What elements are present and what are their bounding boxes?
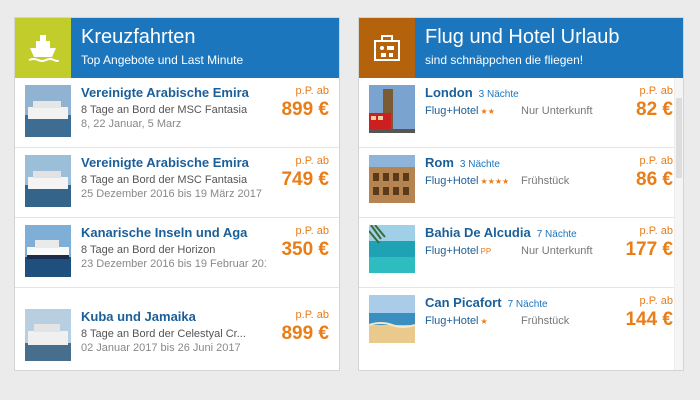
scrollbar[interactable] xyxy=(674,78,683,370)
price-prefix: p.P. ab xyxy=(639,155,673,167)
cruise-item-2[interactable]: Vereinigte Arabische Emira 8 Tage an Bor… xyxy=(15,148,339,218)
trip-item-2[interactable]: Rom 3 Nächte Flug+Hotel ★★★★ Frühstück p.P… xyxy=(359,148,683,218)
cruise-ship: 8 Tage an Bord der Celestyal Cr... xyxy=(81,328,246,340)
trip-price[interactable]: 86 € xyxy=(636,169,673,191)
board-type: Nur Unterkunft xyxy=(521,245,593,257)
trip-price[interactable]: 82 € xyxy=(636,99,673,121)
cruise-dates: 25 Dezember 2016 bis 19 März 2017 xyxy=(81,188,262,200)
cruise-ship: 8 Tage an Bord der Horizon xyxy=(81,244,216,256)
trip-city: Rom xyxy=(425,155,454,170)
trip-title[interactable]: Rom 3 Nächte xyxy=(425,155,605,170)
flight-hotel-label: Flug+Hotel PP xyxy=(425,245,492,257)
cruise-price[interactable]: 899 € xyxy=(281,99,329,121)
cruise-thumbnail xyxy=(25,309,71,361)
price-prefix: p.P. ab xyxy=(295,85,329,97)
cruise-price[interactable]: 899 € xyxy=(281,323,329,345)
price-prefix: p.P. ab xyxy=(295,225,329,237)
flight-hotel-label: Flug+Hotel ★ xyxy=(425,315,488,327)
board-type: Nur Unterkunft xyxy=(521,105,593,117)
price-prefix: p.P. ab xyxy=(295,155,329,167)
trip-nights: 7 Nächte xyxy=(536,229,577,240)
cruise-dates: 02 Januar 2017 bis 26 Juni 2017 xyxy=(81,342,241,354)
trip-thumbnail xyxy=(369,155,415,203)
trip-title[interactable]: London 3 Nächte xyxy=(425,85,605,100)
price-prefix: p.P. ab xyxy=(295,309,329,321)
star-rating: ★ xyxy=(480,317,488,326)
price-prefix: p.P. ab xyxy=(639,295,673,307)
cruise-item-3[interactable]: Kanarische Inseln und Aga 8 Tage an Bord… xyxy=(15,218,339,288)
price-prefix: p.P. ab xyxy=(639,85,673,97)
cruise-title[interactable]: Vereinigte Arabische Emira xyxy=(81,155,261,170)
trip-item-4[interactable]: Can Picafort 7 Nächte Flug+Hotel ★ Frühstü… xyxy=(359,288,683,358)
star-rating: ★★ xyxy=(480,107,495,116)
cruise-item-4[interactable]: Kuba und Jamaika 8 Tage an Bord der Cele… xyxy=(15,302,339,370)
trips-title: Flug und Hotel Urlaub xyxy=(425,26,620,48)
trip-city: Bahia De Alcudia xyxy=(425,225,531,240)
trip-city: London xyxy=(425,85,473,100)
trip-price[interactable]: 144 € xyxy=(625,309,673,331)
cruise-ship: 8 Tage an Bord der MSC Fantasia xyxy=(81,104,248,116)
trip-nights: 7 Nächte xyxy=(507,299,548,310)
trip-nights: 3 Nächte xyxy=(478,89,519,100)
cruises-panel: Kreuzfahrten Top Angebote und Last Minut… xyxy=(14,17,340,371)
cruise-title[interactable]: Vereinigte Arabische Emira xyxy=(81,85,261,100)
price-prefix: p.P. ab xyxy=(639,225,673,237)
cruise-title[interactable]: Kanarische Inseln und Aga xyxy=(81,225,261,240)
scrollbar-thumb[interactable] xyxy=(676,98,682,178)
trip-nights: 3 Nächte xyxy=(459,159,500,170)
cruise-price[interactable]: 749 € xyxy=(281,169,329,191)
trip-item-1[interactable]: London 3 Nächte Flug+Hotel ★★ Nur Unterkun… xyxy=(359,78,683,148)
trip-title[interactable]: Bahia De Alcudia 7 Nächte xyxy=(425,225,605,240)
suitcase-icon xyxy=(359,18,415,78)
trips-panel: Flug und Hotel Urlaub sind schnäppchen d… xyxy=(358,17,684,371)
cruise-item-1[interactable]: Vereinigte Arabische Emira 8 Tage an Bor… xyxy=(15,78,339,148)
cruise-ship: 8 Tage an Bord der MSC Fantasia xyxy=(81,174,248,186)
board-type: Frühstück xyxy=(521,175,570,187)
cruise-thumbnail xyxy=(25,225,71,277)
trip-thumbnail xyxy=(369,85,415,133)
cruises-header[interactable]: Kreuzfahrten Top Angebote und Last Minut… xyxy=(15,18,339,78)
trip-city: Can Picafort xyxy=(425,295,502,310)
cruise-dates: 23 Dezember 2016 bis 19 Februar 2017 xyxy=(81,258,266,270)
trip-thumbnail xyxy=(369,225,415,273)
flight-hotel-label: Flug+Hotel ★★ xyxy=(425,105,495,117)
trips-subtitle: sind schnäppchen die fliegen! xyxy=(425,53,584,67)
star-rating: ★★★★ xyxy=(480,177,510,186)
cruises-subtitle: Top Angebote und Last Minute xyxy=(81,53,244,67)
cruise-price[interactable]: 350 € xyxy=(281,239,329,261)
cruise-thumbnail xyxy=(25,155,71,207)
trips-header[interactable]: Flug und Hotel Urlaub sind schnäppchen d… xyxy=(359,18,683,78)
board-type: Frühstück xyxy=(521,315,570,327)
star-rating: PP xyxy=(480,247,492,256)
trip-thumbnail xyxy=(369,295,415,343)
cruise-title[interactable]: Kuba und Jamaika xyxy=(81,309,261,324)
trip-item-3[interactable]: Bahia De Alcudia 7 Nächte Flug+Hotel PP Nu… xyxy=(359,218,683,288)
flight-hotel-label: Flug+Hotel ★★★★ xyxy=(425,175,510,187)
cruises-title: Kreuzfahrten xyxy=(81,26,196,48)
trip-title[interactable]: Can Picafort 7 Nächte xyxy=(425,295,605,310)
ship-icon xyxy=(15,18,71,78)
trip-price[interactable]: 177 € xyxy=(625,239,673,261)
cruise-thumbnail xyxy=(25,85,71,137)
cruise-dates: 8, 22 Januar, 5 Marz xyxy=(81,118,182,130)
